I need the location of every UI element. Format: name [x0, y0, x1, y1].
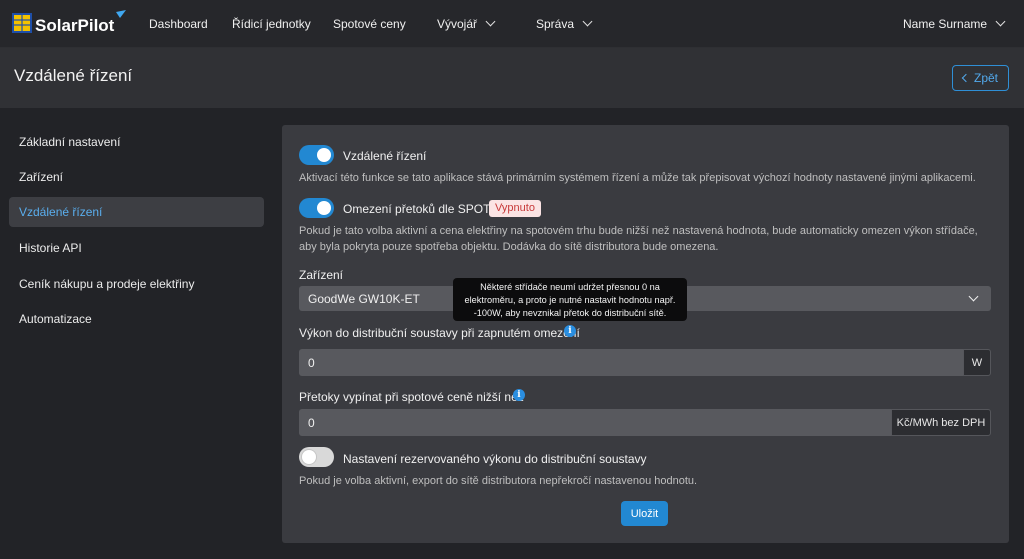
- toggle-knob: [317, 201, 331, 215]
- sidebar-item-remote-control[interactable]: Vzdálené řízení: [9, 197, 264, 227]
- overflow-limit-help-line2: aby byla pokryta pouze spotřeba objektu.…: [299, 241, 719, 253]
- status-badge: Vypnuto: [489, 200, 541, 217]
- nav-admin[interactable]: Správa: [536, 16, 593, 31]
- page-title: Vzdálené řízení: [14, 66, 133, 85]
- save-button[interactable]: Uložit: [621, 501, 668, 526]
- overflow-limit-toggle[interactable]: [299, 198, 334, 218]
- overflow-limit-help-line1: Pokud je tato volba aktivní a cena elekt…: [299, 225, 978, 237]
- svg-text:SolarPilot: SolarPilot: [35, 16, 115, 35]
- toggle-knob: [317, 148, 331, 162]
- sidebar-item-automation[interactable]: Automatizace: [9, 304, 264, 334]
- overflow-limit-label: Omezení přetoků dle SPOTu: [343, 202, 497, 216]
- top-navbar: SolarPilot Dashboard Řídicí jednotky Spo…: [0, 0, 1024, 48]
- toggle-knob: [302, 450, 316, 464]
- price-threshold-input[interactable]: 0: [299, 409, 891, 436]
- device-select-value: GoodWe GW10K-ET: [308, 292, 420, 306]
- price-threshold-unit: Kč/MWh bez DPH: [891, 409, 991, 436]
- chevron-down-icon: [485, 16, 496, 27]
- remote-control-help: Aktivací této funkce se tato aplikace st…: [299, 172, 976, 184]
- price-threshold-label: Přetoky vypínat při spotové ceně nižší n…: [299, 390, 524, 404]
- grid-power-label: Výkon do distribuční soustavy při zapnut…: [299, 326, 580, 340]
- chevron-down-icon: [995, 16, 1006, 27]
- info-icon[interactable]: i: [564, 325, 576, 337]
- nav-control-units[interactable]: Řídicí jednotky: [232, 17, 311, 31]
- info-icon[interactable]: i: [513, 389, 525, 401]
- grid-power-input[interactable]: 0: [299, 349, 963, 376]
- sidebar-item-basic-settings[interactable]: Základní nastavení: [9, 127, 264, 157]
- remote-control-toggle[interactable]: [299, 145, 334, 165]
- remote-control-label: Vzdálené řízení: [343, 149, 427, 163]
- nav-spot-prices[interactable]: Spotové ceny: [333, 17, 406, 31]
- reserved-power-label: Nastavení rezervovaného výkonu do distri…: [343, 452, 647, 466]
- user-menu[interactable]: Name Surname: [903, 16, 1006, 31]
- reserved-power-help: Pokud je volba aktivní, export do sítě d…: [299, 475, 698, 487]
- user-name: Name Surname: [903, 17, 988, 31]
- back-button-label: Zpět: [973, 71, 998, 85]
- sidebar-item-price-list[interactable]: Ceník nákupu a prodeje elektřiny: [9, 269, 264, 299]
- device-label: Zařízení: [299, 268, 344, 282]
- tooltip-line: -100W, aby nevznikal přetok do distribuč…: [473, 308, 667, 318]
- sidebar-item-api-history[interactable]: Historie API: [9, 233, 264, 263]
- nav-dashboard[interactable]: Dashboard: [149, 17, 208, 31]
- nav-developer-label: Vývojář: [437, 17, 478, 31]
- page-header: [0, 48, 1024, 108]
- nav-admin-label: Správa: [536, 17, 575, 31]
- grid-power-value: 0: [308, 355, 315, 370]
- chevron-down-icon: [582, 16, 593, 27]
- chevron-down-icon: [968, 291, 979, 302]
- sidebar-item-devices[interactable]: Zařízení: [9, 162, 264, 192]
- solarpilot-logo[interactable]: SolarPilot: [12, 9, 128, 39]
- nav-developer[interactable]: Vývojář: [437, 16, 496, 31]
- chevron-left-icon: [961, 73, 971, 83]
- reserved-power-toggle[interactable]: [299, 447, 334, 467]
- grid-power-unit: W: [963, 349, 991, 376]
- tooltip-line: Některé střídače neumí udržet přesnou 0 …: [480, 282, 660, 292]
- back-button[interactable]: Zpět: [952, 65, 1009, 91]
- price-threshold-value: 0: [308, 415, 315, 430]
- tooltip-line: elektroměru, a proto je nutné nastavit h…: [464, 295, 676, 305]
- info-tooltip: Některé střídače neumí udržet přesnou 0 …: [453, 278, 687, 321]
